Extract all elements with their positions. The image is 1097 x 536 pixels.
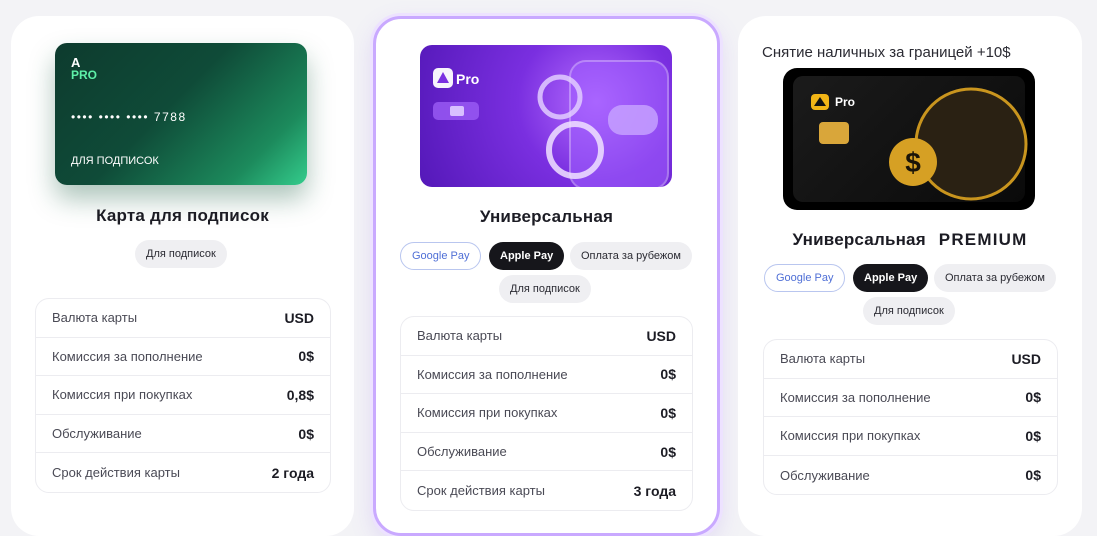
universal-card-image: Pro [420, 45, 672, 187]
row-label: Обслуживание [780, 467, 870, 483]
card-number: •••• •••• •••• 7788 [71, 110, 187, 124]
card-title-premium: PREMIUM [938, 230, 1028, 249]
row-label: Срок действия карты [417, 483, 545, 499]
row-label: Валюта карты [52, 310, 138, 326]
table-row: Комиссия за пополнение 0$ [36, 338, 330, 377]
table-row: Комиссия за пополнение 0$ [401, 356, 692, 395]
card-illustration: $ [811, 87, 1028, 201]
table-row: Комиссия при покупках 0$ [764, 417, 1057, 456]
card-details-table: Валюта карты USD Комиссия за пополнение 0$… [35, 298, 331, 493]
row-label: Комиссия за пополнение [780, 389, 931, 405]
table-row: Обслуживание 0$ [764, 456, 1057, 495]
premium-card-image: $ Pro [783, 68, 1035, 210]
table-row: Комиссия за пополнение 0$ [764, 379, 1057, 418]
tag-pay-abroad: Оплата за рубежом [934, 264, 1056, 292]
card-title: Универсальная [479, 207, 614, 226]
universal-premium-card-panel[interactable]: Снятие наличных за границей +10$ $ Pro У… [738, 16, 1082, 536]
card-details-table: Валюта карты USD Комиссия за пополнение 0$… [763, 339, 1058, 496]
tag-subscriptions: Для подписок [499, 275, 591, 303]
row-value: 0$ [298, 348, 314, 365]
tag-apple-pay: Apple Pay [489, 242, 565, 270]
table-row: Комиссия при покупках 0$ [401, 394, 692, 433]
row-value: 0$ [1025, 467, 1041, 484]
row-label: Комиссия при покупках [52, 387, 193, 403]
tag-pay-abroad: Оплата за рубежом [570, 242, 692, 270]
card-label: ДЛЯ ПОДПИСОК [71, 155, 159, 167]
card-title-main: Универсальная [792, 230, 926, 249]
row-value: 0$ [660, 404, 676, 421]
row-label: Обслуживание [52, 426, 142, 442]
row-value: USD [646, 327, 676, 344]
subscription-card-image: A PRO •••• •••• •••• 7788 ДЛЯ ПОДПИСОК [55, 43, 307, 185]
row-value: 0,8$ [286, 386, 314, 403]
table-row: Срок действия карты 2 года [36, 453, 330, 492]
table-row: Комиссия при покупках 0,8$ [36, 376, 330, 415]
card-title: Универсальная PREMIUM [738, 230, 1082, 250]
row-label: Комиссия при покупках [780, 428, 921, 444]
row-value: 3 года [633, 482, 676, 499]
row-label: Комиссия за пополнение [52, 348, 203, 364]
row-value: 0$ [660, 443, 676, 460]
row-label: Комиссия за пополнение [417, 366, 568, 382]
tag-google-pay: Google Pay [764, 264, 846, 292]
row-value: 2 года [271, 464, 314, 481]
card-logo-pro: Pro [835, 95, 856, 109]
card-logo-pro: PRO [71, 68, 98, 82]
row-label: Валюта карты [780, 351, 866, 367]
row-label: Срок действия карты [52, 465, 180, 481]
tag-google-pay: Google Pay [400, 242, 482, 270]
table-row: Обслуживание 0$ [401, 433, 692, 472]
row-value: USD [284, 309, 314, 326]
row-value: 0$ [660, 366, 676, 383]
table-row: Валюта карты USD [36, 299, 330, 338]
table-row: Валюта карты USD [401, 317, 692, 356]
row-value: USD [1011, 350, 1041, 367]
table-row: Обслуживание 0$ [36, 415, 330, 454]
svg-text:$: $ [905, 147, 921, 178]
card-details-table: Валюта карты USD Комиссия за пополнение 0$… [400, 316, 693, 511]
table-row: Срок действия карты 3 года [401, 471, 692, 510]
card-illustration [433, 60, 669, 187]
universal-card-panel[interactable]: Pro Универсальная Google Pay Apple Pay О… [373, 16, 720, 536]
card-title: Карта для подписок [96, 206, 269, 225]
row-label: Валюта карты [417, 328, 503, 344]
subscription-card-panel[interactable]: A PRO •••• •••• •••• 7788 ДЛЯ ПОДПИСОК К… [11, 16, 354, 536]
tag-apple-pay: Apple Pay [853, 264, 929, 292]
cash-withdrawal-note: Снятие наличных за границей +10$ [762, 44, 1011, 61]
row-label: Комиссия при покупках [417, 405, 558, 421]
row-value: 0$ [1025, 389, 1041, 406]
card-logo-pro: Pro [456, 71, 480, 87]
row-value: 0$ [298, 425, 314, 442]
row-label: Обслуживание [417, 444, 507, 460]
tag-subscriptions: Для подписок [863, 297, 955, 325]
tag-subscriptions: Для подписок [135, 240, 227, 268]
table-row: Валюта карты USD [764, 340, 1057, 379]
row-value: 0$ [1025, 427, 1041, 444]
